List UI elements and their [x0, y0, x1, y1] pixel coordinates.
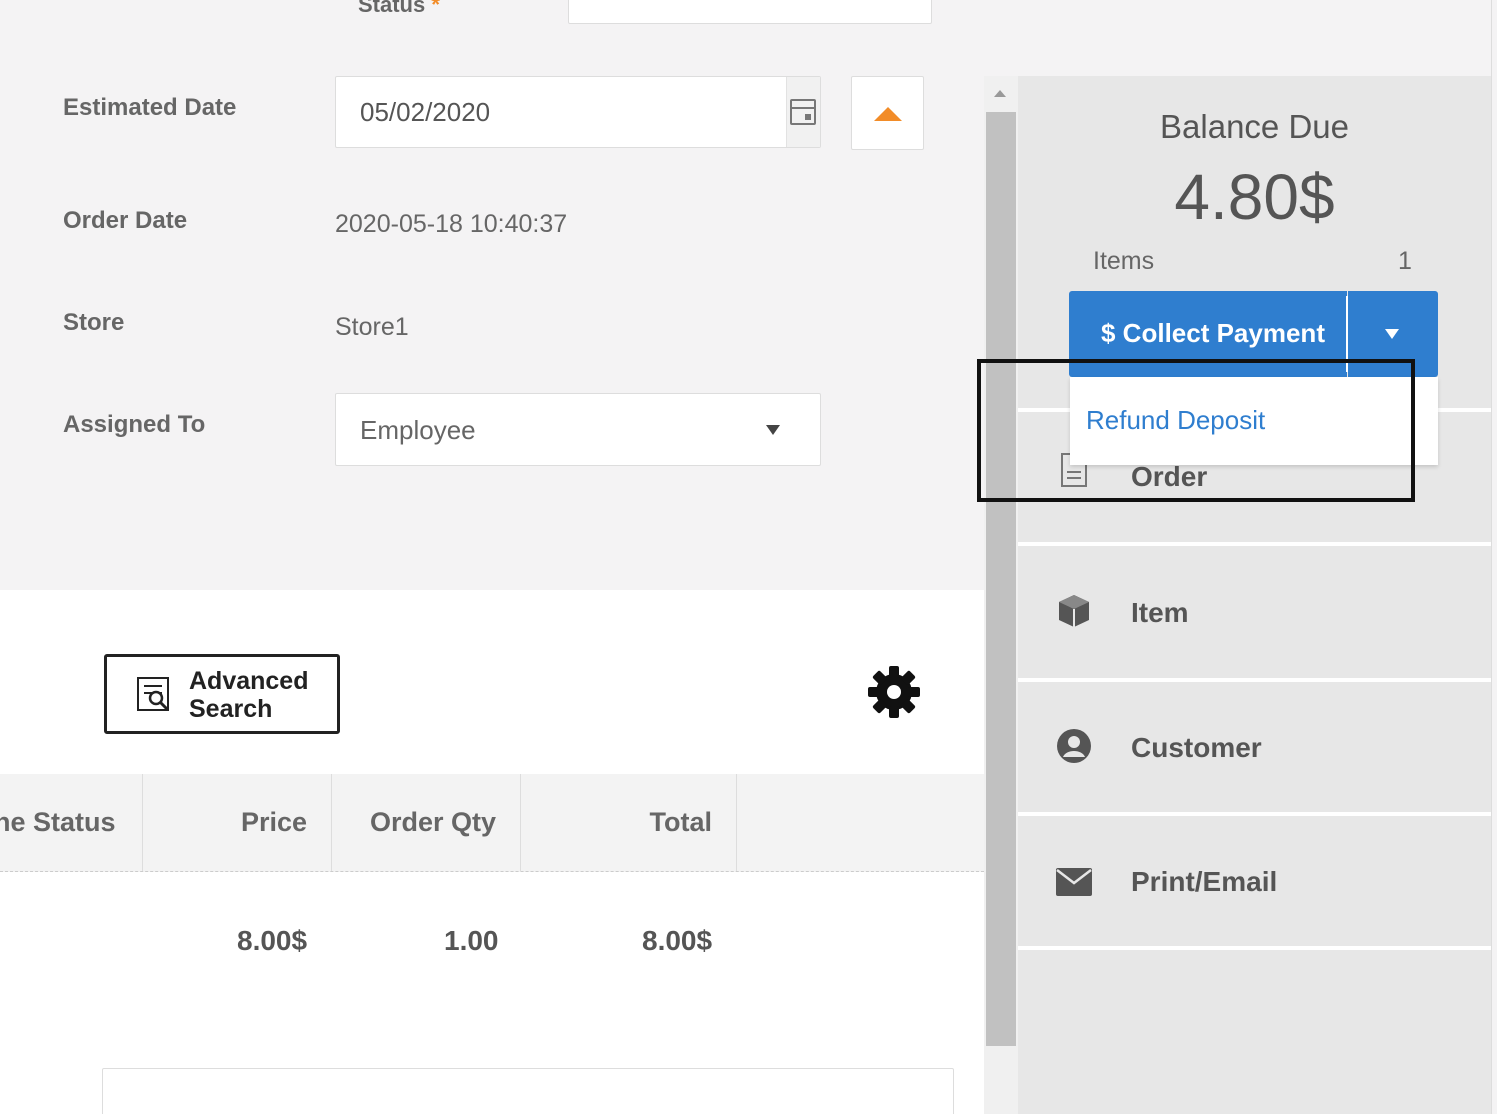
row-order-qty: 1.00 [444, 925, 499, 956]
menu-divider [1018, 542, 1491, 546]
estimated-date-label: Estimated Date [63, 94, 237, 121]
row-price: 8.00$ [237, 925, 308, 956]
estimated-date-value: 05/02/2020 [360, 97, 491, 127]
notes-field[interactable] [102, 1068, 954, 1114]
calendar-button[interactable] [786, 77, 820, 147]
column-header-total[interactable]: Total [521, 774, 737, 871]
menu-divider [1018, 946, 1491, 950]
store-label: Store [63, 309, 125, 336]
order-date-value: 2020-05-18 10:40:37 [335, 210, 568, 238]
items-count: 1 [1398, 247, 1412, 275]
gear-icon[interactable] [866, 664, 922, 720]
assigned-to-value: Employee [360, 415, 476, 445]
balance-due-value: 4.80$ [1174, 161, 1335, 233]
status-select[interactable] [568, 0, 932, 24]
caret-up-icon [874, 107, 902, 121]
store-value: Store1 [335, 313, 409, 341]
menu-divider [1018, 678, 1491, 682]
menu-item-customer[interactable]: Customer [1131, 732, 1262, 764]
collapse-button[interactable] [851, 76, 924, 150]
menu-item-item[interactable]: Item [1131, 597, 1189, 629]
row-total: 8.00$ [642, 925, 713, 956]
menu-item-print-email[interactable]: Print/Email [1131, 866, 1277, 898]
search-document-icon [137, 677, 169, 711]
estimated-date-input[interactable]: 05/02/2020 [335, 76, 821, 148]
assigned-to-select[interactable]: Employee [335, 393, 821, 466]
advanced-search-label: Advanced Search [189, 667, 309, 723]
balance-due-label: Balance Due [1160, 108, 1349, 145]
calendar-icon [790, 99, 816, 125]
advanced-search-button[interactable]: Advanced Search [104, 654, 340, 734]
window-edge [1491, 0, 1497, 1114]
cube-icon [1059, 595, 1089, 627]
highlight-box [977, 359, 1415, 502]
status-label: Status * [358, 0, 440, 18]
table-header: ne Status Price Order Qty Total [0, 774, 984, 872]
chevron-down-icon [766, 425, 780, 435]
column-header-price[interactable]: Price [143, 774, 332, 871]
scrollbar-thumb[interactable] [986, 112, 1016, 1046]
column-header-status[interactable]: ne Status [0, 774, 143, 871]
order-date-label: Order Date [63, 207, 188, 234]
collect-payment-label: $ Collect Payment [1101, 318, 1325, 348]
items-label: Items [1093, 247, 1155, 275]
user-circle-icon [1057, 729, 1091, 763]
assigned-to-label: Assigned To [63, 411, 206, 438]
envelope-icon [1056, 868, 1092, 896]
scroll-up-arrow-icon[interactable] [994, 90, 1006, 97]
menu-divider [1018, 812, 1491, 816]
column-header-order-qty[interactable]: Order Qty [332, 774, 521, 871]
required-marker: * [431, 0, 440, 17]
caret-down-icon [1385, 329, 1399, 339]
